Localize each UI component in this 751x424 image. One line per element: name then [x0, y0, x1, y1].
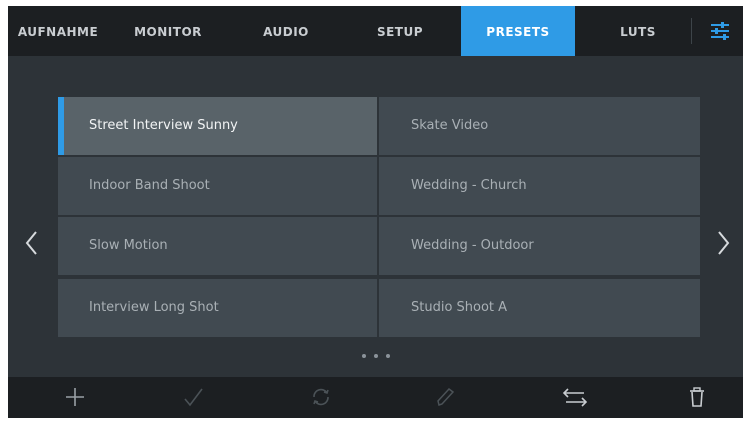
page-dot [386, 354, 390, 358]
sliders-settings-icon[interactable] [705, 16, 735, 46]
tab-aufnahme[interactable]: AUFNAHME [8, 6, 108, 56]
plus-icon[interactable] [44, 377, 104, 418]
preset-item[interactable]: Indoor Band Shoot [58, 157, 377, 215]
tab-monitor[interactable]: MONITOR [118, 6, 218, 56]
transfer-arrows-icon[interactable] [542, 377, 602, 418]
tab-setup[interactable]: SETUP [350, 6, 450, 56]
trash-icon[interactable] [666, 377, 726, 418]
top-tab-bar: AUFNAHME MONITOR AUDIO SETUP PRESETS LUT… [8, 6, 743, 56]
next-page-chevron-right-icon[interactable] [713, 228, 733, 258]
checkmark-icon[interactable] [162, 377, 222, 418]
page-indicator [362, 354, 402, 362]
presets-grid: Street Interview Sunny Skate Video Indoo… [58, 97, 700, 337]
previous-page-chevron-left-icon[interactable] [22, 228, 42, 258]
preset-item[interactable]: Street Interview Sunny [58, 97, 377, 155]
tab-luts[interactable]: LUTS [588, 6, 688, 56]
preset-item[interactable]: Slow Motion [58, 217, 377, 275]
pencil-icon[interactable] [414, 377, 474, 418]
preset-item[interactable]: Wedding - Church [379, 157, 700, 215]
bottom-toolbar [8, 377, 743, 418]
preset-item[interactable]: Wedding - Outdoor [379, 217, 700, 275]
tab-presets[interactable]: PRESETS [461, 6, 575, 56]
tab-divider [691, 18, 692, 44]
preset-item[interactable]: Studio Shoot A [379, 279, 700, 337]
refresh-icon[interactable] [290, 377, 350, 418]
tab-audio[interactable]: AUDIO [236, 6, 336, 56]
preset-item[interactable]: Interview Long Shot [58, 279, 377, 337]
page-dot [374, 354, 378, 358]
camera-screen: AUFNAHME MONITOR AUDIO SETUP PRESETS LUT… [8, 6, 743, 418]
preset-item[interactable]: Skate Video [379, 97, 700, 155]
page-dot [362, 354, 366, 358]
